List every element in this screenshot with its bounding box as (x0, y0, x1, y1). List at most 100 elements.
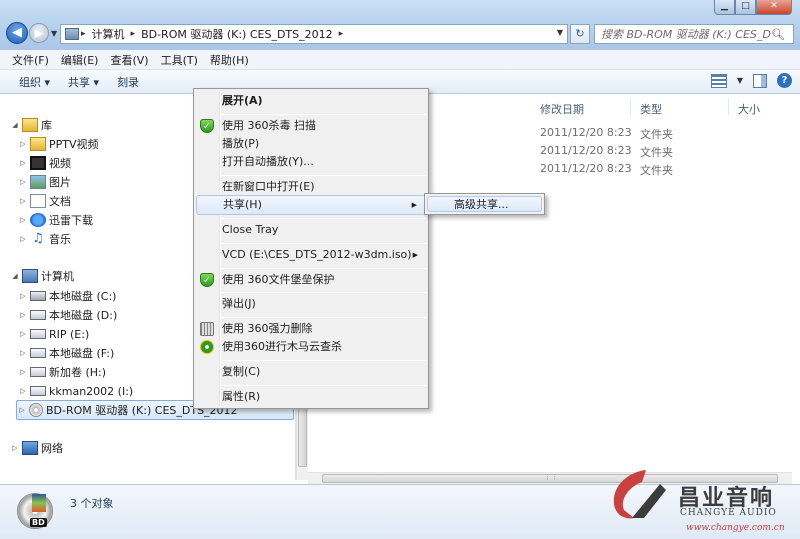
refresh-button[interactable]: ↻ (570, 24, 590, 44)
collapse-icon[interactable]: ◢ (10, 121, 20, 129)
address-bar[interactable]: ▸ 计算机 ▸ BD-ROM 驱动器 (K:) CES_DTS_2012 ▸ ▼ (60, 24, 568, 44)
menu-tools[interactable]: 工具(T) (155, 52, 204, 68)
view-dropdown-icon[interactable]: ▼ (737, 76, 743, 85)
expand-icon[interactable]: ▷ (18, 140, 28, 148)
expand-icon[interactable]: ▷ (18, 368, 28, 376)
expand-icon[interactable]: ▷ (18, 311, 28, 319)
menu-item-label: 使用 360强力删除 (222, 322, 313, 335)
nav-item-xunlei[interactable]: ▷ 迅雷下载 (18, 211, 93, 229)
nav-label: 图片 (49, 176, 71, 189)
minimize-button[interactable]: ▁ (714, 0, 735, 15)
menu-item-play[interactable]: 播放(P) (196, 134, 426, 154)
breadcrumb-chevron-icon[interactable]: ▸ (337, 29, 346, 39)
column-header-type[interactable]: 类型 (640, 101, 662, 117)
menu-item-open-new-window[interactable]: 在新窗口中打开(E) (196, 177, 426, 197)
nav-label: 本地磁盘 (C:) (49, 290, 117, 303)
menu-item-eject[interactable]: 弹出(J) (196, 294, 426, 314)
address-dropdown-icon[interactable]: ▼ (557, 28, 563, 37)
nav-drive-i[interactable]: ▷ kkman2002 (I:) (18, 382, 133, 400)
expand-icon[interactable]: ▷ (18, 178, 28, 186)
360-shield-icon (200, 271, 214, 291)
search-input[interactable]: 搜索 BD-ROM 驱动器 (K:) CES_DTS_2012 🔍︎ (594, 24, 794, 44)
maximize-button[interactable]: □ (735, 0, 756, 15)
menu-item-copy[interactable]: 复制(C) (196, 362, 426, 382)
nav-drive-d[interactable]: ▷ 本地磁盘 (D:) (18, 306, 117, 324)
nav-drive-h[interactable]: ▷ 新加卷 (H:) (18, 363, 106, 381)
nav-drive-f[interactable]: ▷ 本地磁盘 (F:) (18, 344, 114, 362)
nav-network[interactable]: ▷ 网络 (10, 439, 63, 457)
file-type: 文件夹 (640, 128, 673, 141)
menu-edit[interactable]: 编辑(E) (55, 52, 105, 68)
changye-logo-icon (613, 470, 666, 519)
share-button[interactable]: 共享 ▾ (59, 74, 108, 90)
changye-watermark-logo: 昌业音响 CHANGYE AUDIO www.changye.com.cn (598, 462, 798, 537)
logo-english-name: CHANGYE AUDIO (680, 508, 777, 518)
nav-item-pptv[interactable]: ▷ PPTV视频 (18, 135, 99, 153)
column-divider[interactable] (630, 99, 631, 115)
breadcrumb-chevron-icon[interactable]: ▸ (79, 29, 88, 39)
music-note-icon: ♫ (32, 231, 44, 246)
expand-icon[interactable]: ▷ (18, 349, 28, 357)
menu-item-autoplay[interactable]: 打开自动播放(Y)... (196, 152, 426, 172)
nav-item-pictures[interactable]: ▷ 图片 (18, 173, 71, 191)
recent-pages-dropdown-icon[interactable]: ▼ (51, 29, 57, 38)
menu-item-vcd[interactable]: VCD (E:\CES_DTS_2012-w3dm.iso) ▶ (196, 245, 426, 265)
menu-view[interactable]: 查看(V) (104, 52, 154, 68)
nav-item-documents[interactable]: ▷ 文档 (18, 192, 71, 210)
expand-icon[interactable]: ▷ (18, 216, 28, 224)
expand-icon[interactable]: ▷ (17, 406, 27, 414)
nav-libraries[interactable]: ◢ 库 (10, 116, 52, 134)
nav-label: 本地磁盘 (D:) (49, 309, 118, 322)
organize-button[interactable]: 组织 ▾ (10, 74, 59, 90)
breadcrumb-chevron-icon[interactable]: ▸ (129, 29, 138, 39)
menu-item-protect-360[interactable]: 使用 360文件堡垒保护 (196, 270, 426, 291)
disc-label: BD (30, 518, 47, 527)
submenu-arrow-icon: ▶ (411, 201, 417, 209)
menu-item-close-tray[interactable]: Close Tray (196, 220, 426, 240)
menu-item-share[interactable]: 共享(H) ▶ (196, 195, 426, 215)
expand-icon[interactable]: ▷ (18, 159, 28, 167)
back-button[interactable]: ◀ (6, 22, 28, 44)
expand-icon[interactable]: ▷ (18, 292, 28, 300)
nav-drive-c[interactable]: ▷ 本地磁盘 (C:) (18, 287, 116, 305)
nav-item-videos[interactable]: ▷ 视频 (18, 154, 71, 172)
menu-item-advanced-sharing[interactable]: 高级共享... (427, 196, 542, 212)
expand-icon[interactable]: ▷ (18, 330, 28, 338)
collapse-icon[interactable]: ◢ (10, 272, 20, 280)
breadcrumb-drive[interactable]: BD-ROM 驱动器 (K:) CES_DTS_2012 (137, 26, 337, 42)
menu-item-label: 使用 360文件堡垒保护 (222, 273, 335, 286)
scrollbar-grip-icon: ⋮⋮ (544, 473, 558, 481)
nav-drive-e[interactable]: ▷ RIP (E:) (18, 325, 89, 343)
expand-icon[interactable]: ▷ (18, 197, 28, 205)
nav-computer[interactable]: ◢ 计算机 (10, 267, 74, 285)
nav-label: 文档 (49, 195, 71, 208)
help-icon[interactable]: ? (777, 73, 792, 88)
hard-drive-icon (30, 348, 46, 358)
menu-item-shred-360[interactable]: 使用 360强力删除 (196, 319, 426, 339)
preview-pane-icon[interactable] (753, 73, 767, 88)
column-header-date[interactable]: 修改日期 (540, 101, 584, 117)
expand-icon[interactable]: ▷ (10, 444, 20, 452)
menu-item-trojan-scan-360[interactable]: 使用360进行木马云查杀 (196, 337, 426, 357)
expand-icon[interactable]: ▷ (18, 387, 28, 395)
menu-help[interactable]: 帮助(H) (204, 52, 255, 68)
library-icon (22, 118, 38, 132)
burn-button[interactable]: 刻录 (108, 74, 148, 90)
picture-library-icon (30, 175, 46, 189)
menu-item-properties[interactable]: 属性(R) (196, 387, 426, 407)
change-view-icon[interactable] (710, 73, 727, 88)
menu-item-expand[interactable]: 展开(A) (196, 91, 426, 111)
document-library-icon (30, 194, 46, 208)
column-header-size[interactable]: 大小 (738, 101, 760, 117)
menu-item-scan-360[interactable]: 使用 360杀毒 扫描 (196, 116, 426, 137)
forward-button[interactable]: ▶ (29, 23, 49, 43)
nav-item-music[interactable]: ▷ ♫ 音乐 (18, 230, 71, 248)
close-button[interactable]: ✕ (756, 0, 792, 15)
nav-label: RIP (E:) (49, 327, 90, 341)
menu-file[interactable]: 文件(F) (6, 52, 55, 68)
search-icon[interactable]: 🔍︎ (771, 28, 785, 41)
expand-icon[interactable]: ▷ (18, 235, 28, 243)
column-divider[interactable] (728, 99, 729, 115)
breadcrumb-computer[interactable]: 计算机 (88, 26, 129, 42)
search-placeholder: 搜索 BD-ROM 驱动器 (K:) CES_DTS_2012 (601, 28, 771, 41)
